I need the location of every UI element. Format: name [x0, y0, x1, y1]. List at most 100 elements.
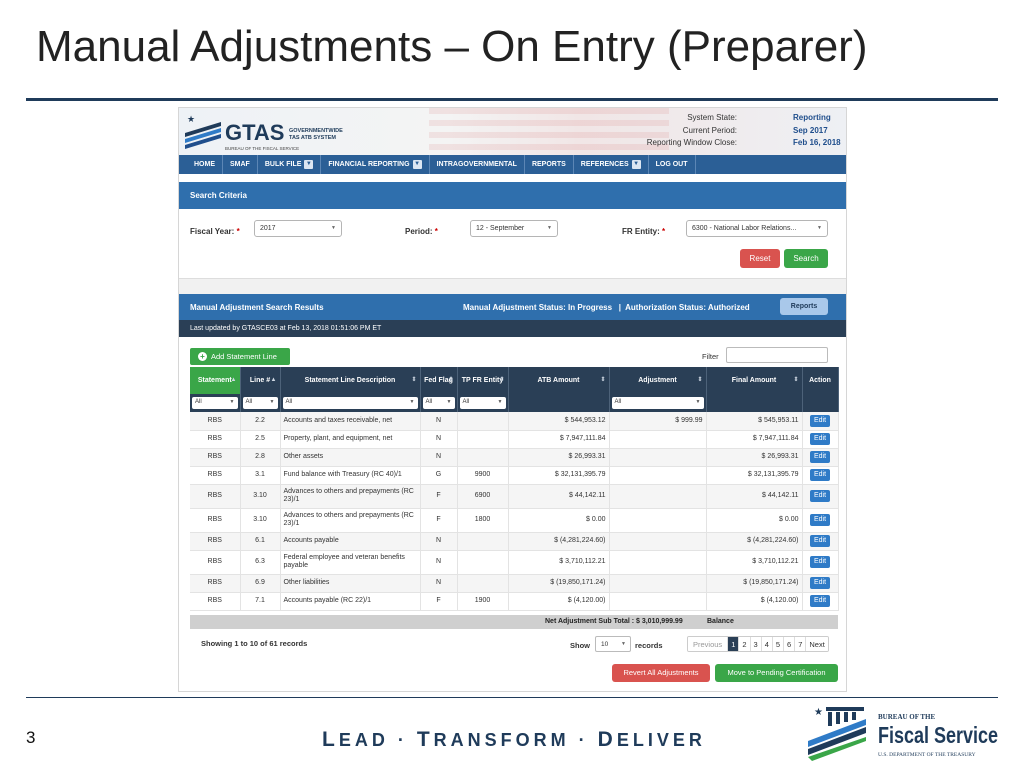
- gtas-logo[interactable]: ★ GTAS GOVERNMENTWIDE TAS ATB SYSTEM BUR…: [181, 112, 351, 154]
- reports-button[interactable]: Reports: [780, 298, 828, 315]
- search-button[interactable]: Search: [784, 249, 828, 268]
- nav-references[interactable]: REFERENCES ▼: [574, 155, 649, 174]
- cell-adj: [609, 430, 707, 449]
- edit-button[interactable]: Edit: [810, 451, 830, 463]
- edit-button[interactable]: Edit: [810, 577, 830, 589]
- page-button-6[interactable]: 6: [784, 637, 796, 651]
- page-button-3[interactable]: 3: [750, 637, 762, 651]
- cell-atb: $ 3,710,112.21: [508, 550, 610, 575]
- reset-button[interactable]: Reset: [740, 249, 780, 268]
- cell-desc: Advances to others and prepayments (RC 2…: [280, 508, 421, 533]
- column-header-tp-fr-entity[interactable]: TP FR Entity ⇕: [457, 367, 509, 394]
- results-header: Manual Adjustment Search Results Manual …: [179, 294, 846, 320]
- cell-tp: [457, 550, 509, 575]
- cell-desc: Accounts payable (RC 22)/1: [280, 592, 421, 611]
- column-filter-select[interactable]: All: [459, 397, 506, 409]
- column-filter-select[interactable]: All: [192, 397, 238, 409]
- edit-button[interactable]: Edit: [810, 535, 830, 547]
- cell-line: 2.8: [240, 448, 281, 467]
- edit-button[interactable]: Edit: [810, 469, 830, 481]
- cell-line: 2.2: [240, 412, 281, 431]
- previous-page-button[interactable]: Previous: [688, 637, 729, 651]
- nav-log-out[interactable]: LOG OUT: [649, 155, 696, 174]
- edit-button[interactable]: Edit: [810, 433, 830, 445]
- column-header-final-amount[interactable]: Final Amount ⇕: [706, 367, 803, 394]
- cell-line: 6.3: [240, 550, 281, 575]
- revert-all-adjustments-button[interactable]: Revert All Adjustments: [612, 664, 710, 682]
- edit-button[interactable]: Edit: [810, 490, 830, 502]
- filter-input[interactable]: [726, 347, 828, 363]
- cell-statement: RBS: [190, 550, 241, 575]
- column-filter-select[interactable]: All: [282, 397, 418, 409]
- table-row: RBS 3.10 Advances to others and prepayment…: [190, 484, 839, 509]
- cell-adj: $ 999.99: [609, 412, 707, 431]
- cell-action: Edit: [802, 448, 839, 467]
- nav-reports[interactable]: REPORTS: [525, 155, 574, 174]
- cell-statement: RBS: [190, 412, 241, 431]
- edit-button[interactable]: Edit: [810, 414, 830, 427]
- filter-cell: All: [240, 394, 281, 412]
- cell-adj: [609, 550, 707, 575]
- nav-label: LOG OUT: [655, 161, 688, 168]
- search-criteria-panel: Fiscal Year: * 2017 Period: * 12 - Septe…: [179, 209, 846, 279]
- edit-button[interactable]: Edit: [810, 595, 830, 607]
- period-label: Period: *: [405, 227, 438, 236]
- reporting-window-label: Reporting Window Close:: [646, 138, 737, 147]
- table-row: RBS 7.1 Accounts payable (RC 22)/1 F 1900 $ (…: [190, 592, 839, 611]
- next-page-button[interactable]: Next: [806, 637, 828, 651]
- fr-entity-select[interactable]: 6300 - National Labor Relations...: [686, 220, 828, 237]
- nav-bulk-file[interactable]: BULK FILE ▼: [258, 155, 322, 174]
- edit-button[interactable]: Edit: [810, 514, 830, 526]
- cell-atb: $ 544,953.12: [508, 412, 610, 431]
- cell-fed: F: [420, 592, 458, 611]
- cell-final: $ 32,131,395.79: [706, 466, 803, 485]
- cell-action: Edit: [802, 508, 839, 533]
- app-header: ★ GTAS GOVERNMENTWIDE TAS ATB SYSTEM BUR…: [179, 108, 846, 155]
- column-header-atb-amount[interactable]: ATB Amount ⇕: [508, 367, 610, 394]
- nav-home[interactable]: HOME: [187, 155, 223, 174]
- cell-line: 6.9: [240, 574, 281, 593]
- nav-label: SMAF: [230, 161, 250, 168]
- column-header-line-[interactable]: Line # ▲: [240, 367, 281, 394]
- cell-fed: N: [420, 532, 458, 551]
- add-statement-line-button[interactable]: + Add Statement Line: [190, 348, 290, 365]
- column-header-adjustment[interactable]: Adjustment ⇕: [609, 367, 707, 394]
- cell-desc: Accounts payable: [280, 532, 421, 551]
- logo-line2: Fiscal Service: [878, 722, 998, 748]
- nav-financial-reporting[interactable]: FINANCIAL REPORTING ▼: [321, 155, 430, 174]
- results-title: Manual Adjustment Search Results: [190, 303, 324, 312]
- edit-button[interactable]: Edit: [810, 556, 830, 568]
- move-to-pending-certification-button[interactable]: Move to Pending Certification: [715, 664, 838, 682]
- nav-intragovernmental[interactable]: INTRAGOVERNMENTAL: [430, 155, 525, 174]
- column-header-statement-line-description[interactable]: Statement Line Description ⇕: [280, 367, 421, 394]
- column-header-action[interactable]: Action: [802, 367, 839, 394]
- column-filter-select[interactable]: All: [242, 397, 278, 409]
- cell-final: $ (4,120.00): [706, 592, 803, 611]
- cell-fed: N: [420, 574, 458, 593]
- adjustments-table: Statement ▲ Line # ▲ Statement Line Descript…: [190, 367, 839, 611]
- table-row: RBS 6.9 Other liabilities N $ (19,850,171.24…: [190, 574, 839, 593]
- nav-smaf[interactable]: SMAF: [223, 155, 258, 174]
- column-filter-select[interactable]: All: [422, 397, 455, 409]
- page-size-select[interactable]: 10: [595, 636, 631, 652]
- column-header-statement[interactable]: Statement ▲: [190, 367, 241, 394]
- page-button-1[interactable]: 1: [728, 637, 740, 651]
- column-filter-select[interactable]: All: [611, 397, 704, 409]
- page-button-5[interactable]: 5: [772, 637, 785, 651]
- cell-action: Edit: [802, 484, 839, 509]
- footer-divider: [26, 697, 998, 698]
- column-header-fed-flag[interactable]: Fed Flag ⇕: [420, 367, 458, 394]
- cell-line: 3.10: [240, 484, 281, 509]
- show-label: Show: [570, 641, 590, 650]
- gtas-screenshot: ★ GTAS GOVERNMENTWIDE TAS ATB SYSTEM BUR…: [178, 107, 847, 692]
- page-button-4[interactable]: 4: [761, 637, 773, 651]
- page-button-2[interactable]: 2: [739, 637, 751, 651]
- sort-icon: ⇕: [411, 377, 417, 383]
- fiscal-service-logo: ★ BUREAU OF THE Fiscal Service U.S. DEPA…: [808, 707, 998, 761]
- cell-atb: $ (4,281,224.60): [508, 532, 610, 551]
- page-button-7[interactable]: 7: [795, 637, 807, 651]
- search-criteria-header: Search Criteria: [179, 182, 846, 209]
- table-row: RBS 6.3 Federal employee and veteran benef…: [190, 550, 839, 575]
- fiscal-year-select[interactable]: 2017: [254, 220, 342, 237]
- period-select[interactable]: 12 - September: [470, 220, 558, 237]
